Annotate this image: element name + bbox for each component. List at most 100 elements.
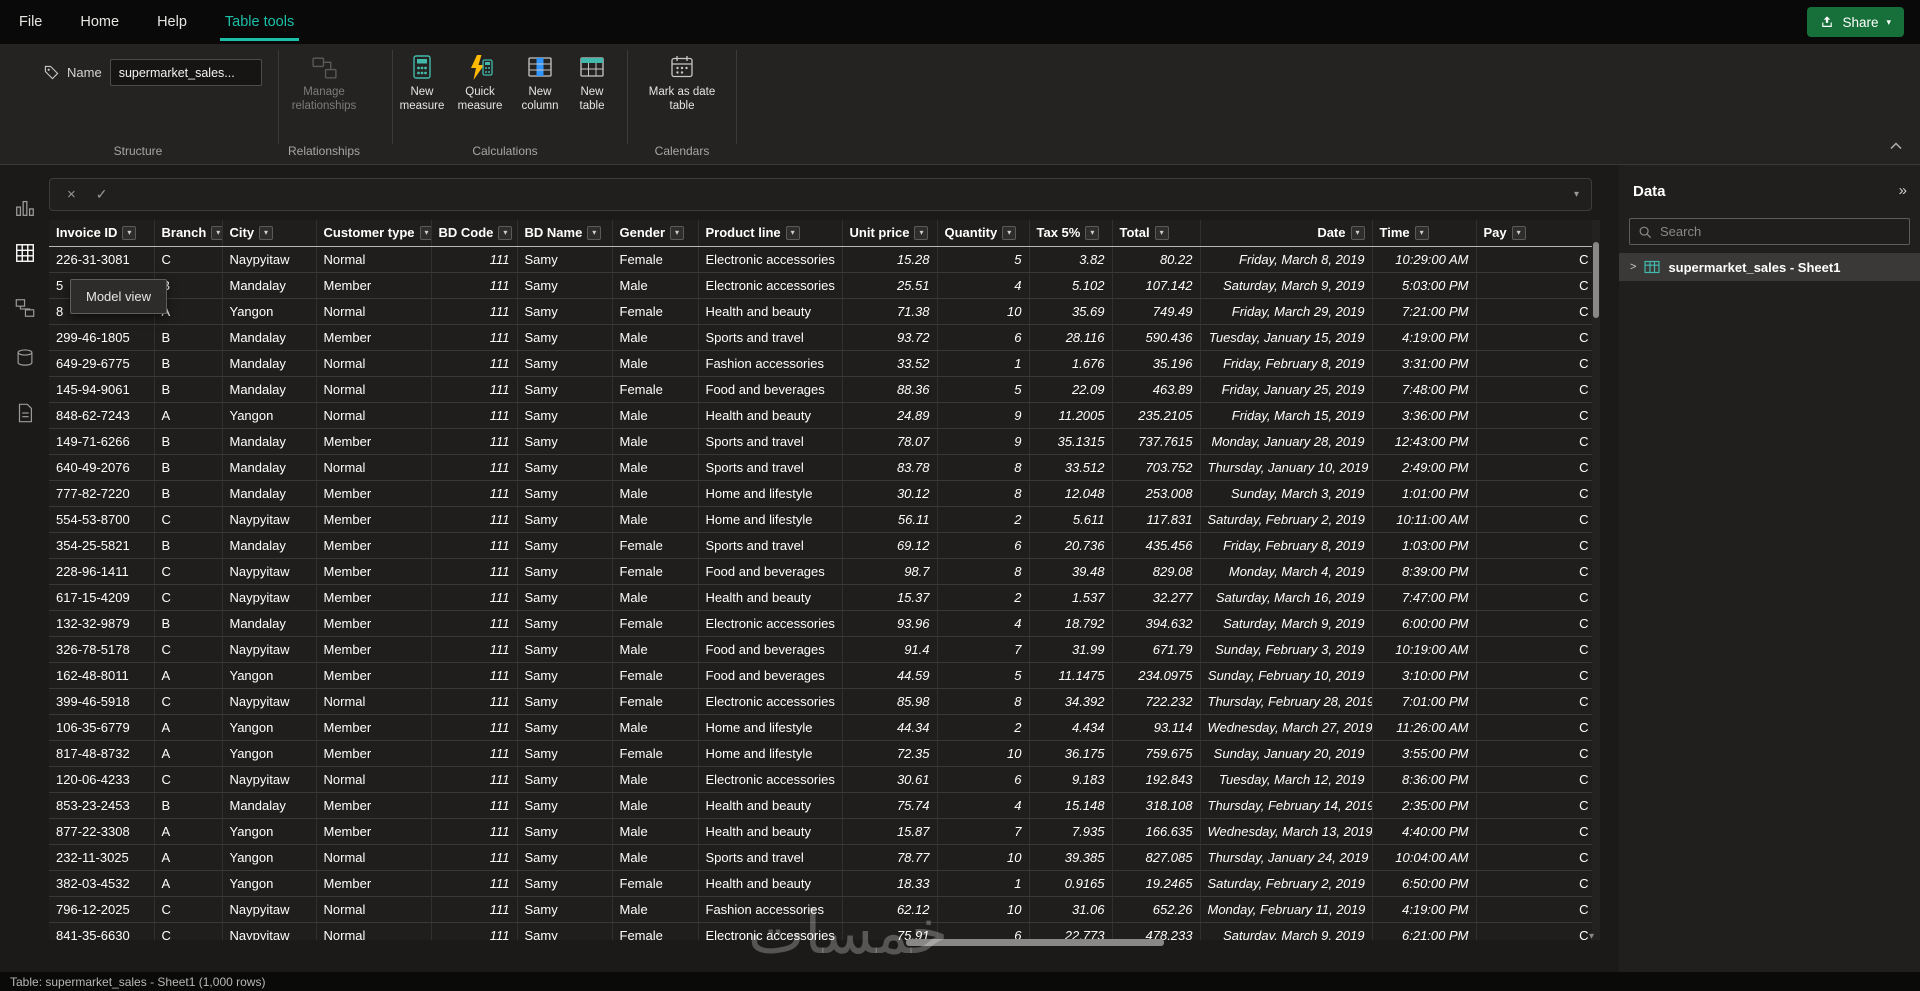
cell: 162-48-8011 [49, 662, 155, 689]
table-row[interactable]: 299-46-1805 B Mandalay Member 111 Samy Male Spo… [49, 324, 1592, 351]
table-row[interactable]: 777-82-7220 B Mandalay Member 111 Samy Male Hom… [49, 480, 1592, 507]
column-header-city[interactable]: City ▾ [222, 220, 317, 247]
quick-measure-button[interactable]: Quick measure [452, 52, 508, 113]
table-row[interactable]: 382-03-4532 A Yangon Member 111 Samy Female Hea… [49, 870, 1592, 897]
column-header-time[interactable]: Time ▾ [1372, 220, 1477, 247]
dax-query-view-icon[interactable] [12, 345, 37, 370]
filter-button[interactable]: ▾ [498, 225, 513, 240]
cell: 7 [937, 818, 1030, 845]
column-header-bd-name[interactable]: BD Name ▾ [517, 220, 613, 247]
filter-button[interactable]: ▾ [122, 225, 137, 240]
table-row[interactable]: 817-48-8732 A Yangon Member 111 Samy Female Hom… [49, 740, 1592, 767]
new-column-button[interactable]: New column [513, 52, 567, 113]
table-row[interactable]: 848-62-7243 A Yangon Normal 111 Samy Male Healt… [49, 402, 1592, 429]
collapse-ribbon-icon[interactable] [1890, 142, 1902, 150]
table-row[interactable]: 162-48-8011 A Yangon Member 111 Samy Female Foo… [49, 662, 1592, 689]
share-button[interactable]: Share ▾ [1807, 7, 1904, 37]
filter-button[interactable]: ▾ [914, 225, 929, 240]
column-header-quantity[interactable]: Quantity ▾ [937, 220, 1030, 247]
table-row[interactable]: 149-71-6266 B Mandalay Member 111 Samy Male Spo… [49, 428, 1592, 455]
expand-chevron-icon[interactable]: > [1630, 261, 1636, 273]
filter-button[interactable]: ▾ [670, 225, 685, 240]
filter-button[interactable]: ▾ [1350, 225, 1365, 240]
cell: 56.11 [842, 506, 938, 533]
vertical-scrollbar-thumb[interactable] [1593, 242, 1599, 318]
collapse-pane-icon[interactable]: » [1899, 182, 1907, 199]
cell: Member [316, 714, 432, 741]
manage-relationships-button[interactable]: Manage relationships [278, 52, 370, 113]
menu-home[interactable]: Home [61, 0, 138, 44]
mark-as-date-table-button[interactable]: Mark as date table [637, 52, 727, 113]
menu-file[interactable]: File [0, 0, 61, 44]
menu-table-tools[interactable]: Table tools [206, 0, 313, 44]
filter-button[interactable]: ▾ [1511, 225, 1526, 240]
cell: 9 [937, 428, 1030, 455]
table-row[interactable]: 120-06-4233 C Naypyitaw Normal 111 Samy Male El… [49, 766, 1592, 793]
filter-button[interactable]: ▾ [1002, 225, 1017, 240]
table-row[interactable]: 228-96-1411 C Naypyitaw Member 111 Samy Female… [49, 558, 1592, 585]
table-row[interactable]: 106-35-6779 A Yangon Member 111 Samy Male Home … [49, 714, 1592, 741]
filter-button[interactable]: ▾ [259, 225, 274, 240]
table-row[interactable]: 232-11-3025 A Yangon Normal 111 Samy Male Sport… [49, 844, 1592, 871]
new-measure-button[interactable]: New measure [395, 52, 449, 113]
table-row[interactable]: 853-23-2453 B Mandalay Member 111 Samy Male Hea… [49, 792, 1592, 819]
column-header-customer-type[interactable]: Customer type ▾ [316, 220, 432, 247]
vertical-scrollbar[interactable] [1592, 220, 1600, 940]
column-label: Branch [161, 225, 207, 241]
table-row[interactable]: 145-94-9061 B Mandalay Normal 111 Samy Female F… [49, 376, 1592, 403]
column-header-unit-price[interactable]: Unit price ▾ [842, 220, 938, 247]
cell: 28.116 [1029, 324, 1113, 351]
column-header-product-line[interactable]: Product line ▾ [698, 220, 843, 247]
filter-button[interactable]: ▾ [1154, 225, 1169, 240]
table-name-input[interactable] [109, 59, 262, 86]
cell: 5 [937, 662, 1030, 689]
column-header-gender[interactable]: Gender ▾ [612, 220, 699, 247]
expand-formula-bar-icon[interactable]: ▾ [1574, 189, 1579, 200]
cancel-formula-icon[interactable]: × [67, 186, 76, 203]
column-header-branch[interactable]: Branch ▾ [154, 220, 223, 247]
table-row[interactable]: 649-29-6775 B Mandalay Normal 111 Samy Male Fas… [49, 350, 1592, 377]
chevron-down-icon: ▾ [1886, 16, 1891, 27]
cell: 93.96 [842, 610, 938, 637]
table-row[interactable]: 132-32-9879 B Mandalay Member 111 Samy Female E… [49, 610, 1592, 637]
table-row[interactable]: 877-22-3308 A Yangon Member 111 Samy Male Healt… [49, 818, 1592, 845]
table-field-item[interactable]: > supermarket_sales - Sheet1 [1619, 253, 1920, 281]
column-header-date[interactable]: Date ▾ [1200, 220, 1373, 247]
table-row[interactable]: 226-31-3081 C Naypyitaw Normal 111 Samy Female… [49, 246, 1592, 273]
table-view-icon[interactable] [12, 240, 37, 265]
table-row[interactable]: 326-78-5178 C Naypyitaw Member 111 Samy Male Fo… [49, 636, 1592, 663]
filter-button[interactable]: ▾ [211, 225, 221, 240]
column-header-tax-5-[interactable]: Tax 5% ▾ [1029, 220, 1113, 247]
search-input[interactable] [1660, 224, 1901, 239]
report-view-icon[interactable] [12, 195, 37, 220]
column-header-bd-code[interactable]: BD Code ▾ [431, 220, 518, 247]
filter-button[interactable]: ▾ [1085, 225, 1100, 240]
table-row[interactable]: 554-53-8700 C Naypyitaw Member 111 Samy Male Ho… [49, 506, 1592, 533]
filter-button[interactable]: ▾ [587, 225, 602, 240]
menu-help[interactable]: Help [138, 0, 206, 44]
filter-button[interactable]: ▾ [419, 225, 430, 240]
formula-bar[interactable]: × ✓ ▾ [49, 178, 1592, 211]
table-row[interactable]: 399-46-5918 C Naypyitaw Normal 111 Samy Female… [49, 688, 1592, 715]
model-view-icon[interactable] [12, 295, 37, 320]
table-row[interactable]: 617-15-4209 C Naypyitaw Member 111 Samy Male He… [49, 584, 1592, 611]
column-header-total[interactable]: Total ▾ [1112, 220, 1201, 247]
table-row[interactable]: 5BMandalayMember111SamyMaleElectronic ac… [49, 272, 1592, 299]
column-header-invoice-id[interactable]: Invoice ID ▾ [49, 220, 155, 247]
tmdl-view-icon[interactable] [12, 400, 37, 425]
table-row[interactable]: 640-49-2076 B Mandalay Normal 111 Samy Male Spo… [49, 454, 1592, 481]
new-table-button[interactable]: New table [567, 52, 617, 113]
cell: 88.36 [842, 376, 938, 403]
data-grid-viewport[interactable]: Invoice ID ▾ Branch ▾ City ▾ Customer type ▾ BD … [49, 220, 1592, 940]
search-box[interactable] [1629, 218, 1910, 245]
table-row[interactable]: 8AYangonNormal111SamyFemaleHealth and be… [49, 298, 1592, 325]
table-row[interactable]: 841-35-6630 C Naypyitaw Normal 111 Samy Female… [49, 922, 1592, 940]
filter-button[interactable]: ▾ [785, 225, 800, 240]
commit-formula-icon[interactable]: ✓ [96, 186, 108, 203]
filter-button[interactable]: ▾ [1414, 225, 1429, 240]
horizontal-scrollbar-thumb[interactable] [906, 939, 1164, 946]
scroll-down-arrow-icon[interactable]: ▾ [1589, 931, 1594, 942]
table-row[interactable]: 796-12-2025 C Naypyitaw Normal 111 Samy Male Fa… [49, 896, 1592, 923]
column-header-pay[interactable]: Pay ▾ [1476, 220, 1592, 247]
table-row[interactable]: 354-25-5821 B Mandalay Member 111 Samy Female S… [49, 532, 1592, 559]
